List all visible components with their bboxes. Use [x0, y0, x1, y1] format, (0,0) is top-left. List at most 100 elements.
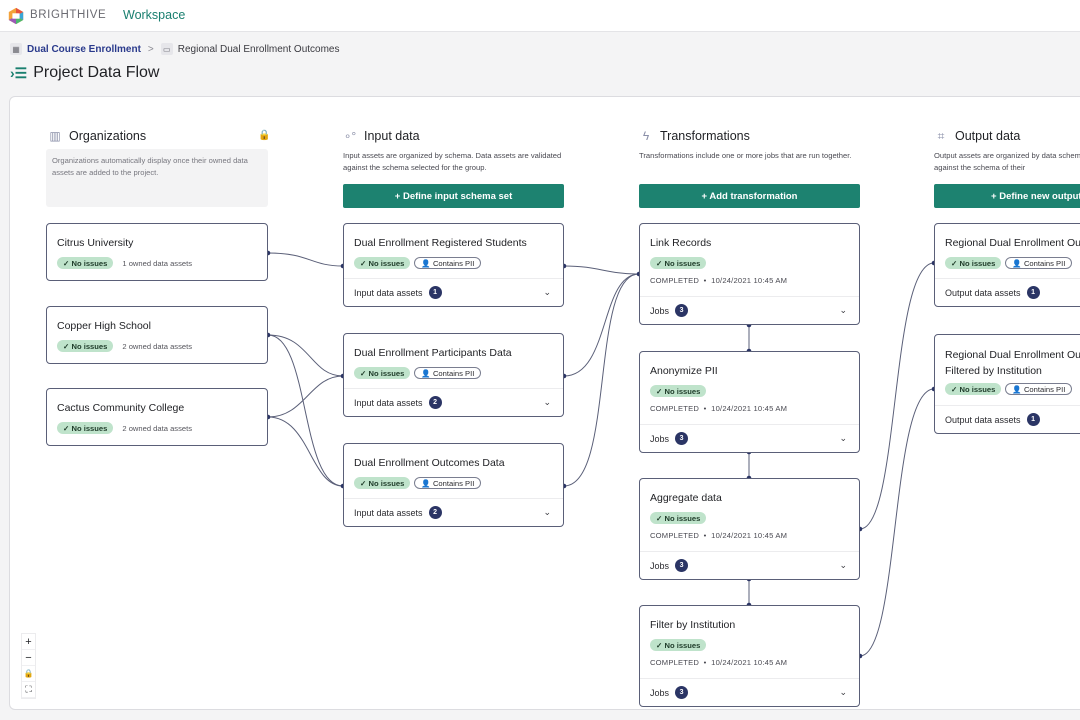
page-header: ›☰ Project Data Flow [10, 64, 159, 82]
jobs-toggle[interactable]: Jobs 3 ⌄ [640, 424, 859, 452]
status-badge: ✓ No issues [57, 340, 114, 352]
pii-badge: 👤 Contains PII [414, 477, 482, 489]
footer-label: Jobs [650, 687, 670, 698]
edge-citrus-registered [267, 252, 344, 267]
transformation-name: Anonymize PII [650, 365, 718, 377]
output-assets-toggle[interactable]: Output data assets 1 [935, 278, 1080, 306]
edge-outcomes-link [563, 273, 640, 487]
run-status: COMPLETED • 10/24/2021 10:45 AM [650, 658, 788, 667]
breadcrumb-project[interactable]: Dual Course Enrollment [27, 44, 141, 55]
organizations-title: Organizations [69, 129, 147, 143]
lock-icon[interactable]: 🔒 [258, 130, 270, 141]
input-assets-toggle[interactable]: Input data assets 1 ⌄ [344, 278, 563, 306]
owned-assets-count: 1 owned data assets [122, 258, 193, 268]
fit-view-button[interactable]: ⛶ [22, 682, 35, 698]
zoom-controls: + − 🔒 ⛶ [21, 633, 36, 699]
edge-cactus-outcomes [267, 416, 344, 487]
status-badge: ✓ No issues [650, 257, 707, 269]
flow-canvas[interactable]: ▥ Organizations 🔒 Organizations automati… [9, 96, 1080, 710]
count-badge: 1 [1026, 286, 1040, 299]
person-icon: 👤 [1012, 258, 1024, 268]
input-card-registered[interactable]: Dual Enrollment Registered Students ✓ No… [343, 223, 564, 307]
input-name: Dual Enrollment Registered Students [354, 237, 527, 249]
transformation-card-aggregate[interactable]: Aggregate data ✓ No issues COMPLETED • 1… [639, 478, 860, 580]
folder-icon: ▭ [160, 43, 173, 55]
run-status: COMPLETED • 10/24/2021 10:45 AM [650, 531, 788, 540]
breadcrumb: ▦ Dual Course Enrollment > ▭ Regional Du… [10, 43, 340, 55]
owned-assets-count: 2 owned data assets [122, 341, 193, 351]
input-assets-toggle[interactable]: Input data assets 2 ⌄ [344, 498, 563, 526]
bubbles-icon: ∘° [343, 129, 357, 143]
status-badge: ✓ No issues [650, 639, 707, 651]
count-badge: 1 [1026, 413, 1040, 426]
input-header: ∘° Input data [343, 129, 420, 143]
input-assets-toggle[interactable]: Input data assets 2 ⌄ [344, 388, 563, 416]
check-icon: ✓ [63, 423, 72, 433]
output-card-outcomes[interactable]: Regional Dual Enrollment Outcomes ✓ No i… [934, 223, 1080, 307]
chevron-down-icon[interactable]: ⌄ [839, 687, 847, 698]
page-title: Project Data Flow [33, 64, 160, 81]
jobs-toggle[interactable]: Jobs 3 ⌄ [640, 551, 859, 579]
jobs-toggle[interactable]: Jobs 3 ⌄ [640, 678, 859, 706]
count-badge: 3 [675, 686, 689, 699]
person-icon: 👤 [1012, 384, 1024, 394]
define-output-set-button[interactable]: + Define new output set [934, 184, 1080, 208]
transformation-card-link-records[interactable]: Link Records ✓ No issues COMPLETED • 10/… [639, 223, 860, 325]
person-icon: 👤 [421, 478, 433, 488]
count-badge: 3 [675, 559, 689, 572]
add-transformation-button[interactable]: + Add transformation [639, 184, 860, 208]
count-badge: 1 [428, 286, 442, 299]
zoom-in-button[interactable]: + [22, 634, 35, 650]
brighthive-logo-icon[interactable] [7, 7, 25, 25]
breadcrumb-separator: > [147, 43, 154, 55]
output-assets-toggle[interactable]: Output data assets 1 [935, 405, 1080, 433]
input-card-outcomes[interactable]: Dual Enrollment Outcomes Data ✓ No issue… [343, 443, 564, 527]
input-card-participants[interactable]: Dual Enrollment Participants Data ✓ No i… [343, 333, 564, 417]
org-card-citrus[interactable]: Citrus University ✓ No issues 1 owned da… [46, 223, 268, 281]
run-status: COMPLETED • 10/24/2021 10:45 AM [650, 276, 788, 285]
chevron-down-icon[interactable]: ⌄ [839, 305, 847, 316]
count-badge: 2 [428, 396, 442, 409]
pii-badge: 👤 Contains PII [414, 257, 482, 269]
building-icon: ▥ [49, 129, 61, 143]
check-icon: ✓ [951, 258, 960, 268]
status-badge: ✓ No issues [57, 422, 114, 434]
pii-badge: 👤 Contains PII [1005, 257, 1073, 269]
count-badge: 3 [675, 304, 689, 317]
define-input-schema-button[interactable]: + Define input schema set [343, 184, 564, 208]
count-badge: 2 [428, 506, 442, 519]
input-description: Input assets are organized by schema. Da… [343, 151, 562, 172]
org-card-copper[interactable]: Copper High School ✓ No issues 2 owned d… [46, 306, 268, 364]
transformation-card-filter[interactable]: Filter by Institution ✓ No issues COMPLE… [639, 605, 860, 707]
lightning-icon: ϟ [642, 129, 650, 143]
check-icon: ✓ [360, 258, 369, 268]
person-icon: 👤 [421, 368, 433, 378]
check-icon: ✓ [360, 478, 369, 488]
status-badge: ✓ No issues [650, 385, 707, 397]
chevron-down-icon[interactable]: ⌄ [543, 287, 551, 298]
person-icon: 👤 [421, 258, 433, 268]
check-icon: ✓ [656, 258, 665, 268]
input-name: Dual Enrollment Outcomes Data [354, 457, 505, 469]
transformations-description: Transformations include one or more jobs… [639, 151, 852, 160]
chevron-down-icon[interactable]: ⌄ [543, 397, 551, 408]
transformations-title: Transformations [660, 129, 750, 143]
edge-copper-outcomes [267, 334, 344, 487]
zoom-out-button[interactable]: − [22, 650, 35, 666]
flow-list-icon: ›☰ [10, 64, 28, 81]
chevron-down-icon[interactable]: ⌄ [543, 507, 551, 518]
edge-filter-output2 [859, 388, 935, 657]
edge-participants-link [563, 273, 640, 377]
grid-icon: ▦ [10, 43, 22, 55]
chevron-down-icon[interactable]: ⌄ [839, 560, 847, 571]
status-badge: ✓ No issues [354, 477, 411, 489]
input-name: Dual Enrollment Participants Data [354, 347, 512, 359]
jobs-toggle[interactable]: Jobs 3 ⌄ [640, 296, 859, 324]
footer-label: Input data assets [354, 287, 423, 298]
lock-toggle-button[interactable]: 🔒 [22, 666, 35, 682]
chevron-down-icon[interactable]: ⌄ [839, 433, 847, 444]
nav-workspace[interactable]: Workspace [123, 8, 185, 22]
transformation-card-anonymize[interactable]: Anonymize PII ✓ No issues COMPLETED • 10… [639, 351, 860, 453]
output-card-filtered[interactable]: Regional Dual Enrollment Outcomes Filter… [934, 334, 1080, 434]
org-card-cactus[interactable]: Cactus Community College ✓ No issues 2 o… [46, 388, 268, 446]
